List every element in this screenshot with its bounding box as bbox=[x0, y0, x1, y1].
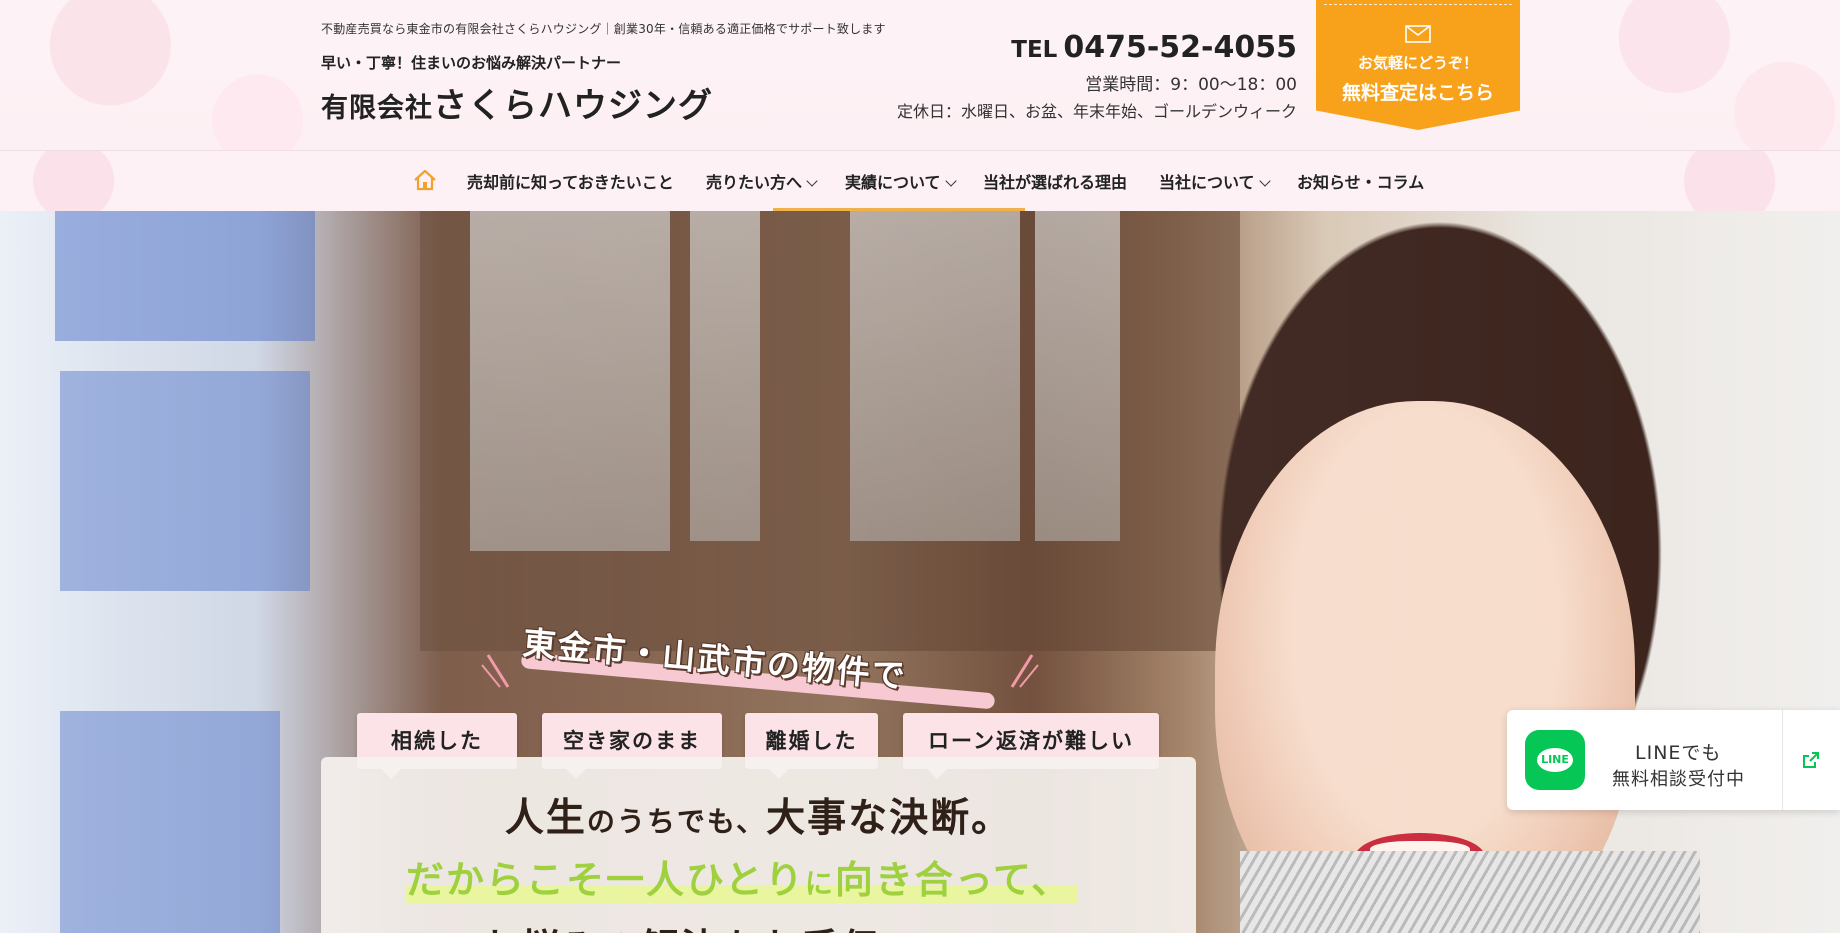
line-text2: 無料相談受付中 bbox=[1612, 769, 1745, 790]
chevron-down-icon bbox=[806, 175, 818, 187]
chevron-down-icon bbox=[1258, 175, 1271, 187]
nav-label: 売りたい方へ bbox=[706, 173, 803, 192]
line-text1: LINEでも bbox=[1635, 742, 1722, 764]
line2-part: だからこそ一人ひとり bbox=[406, 858, 805, 902]
tel-value: 0475-52-4055 bbox=[1063, 30, 1297, 65]
header-tagline: 不動産売買なら東金市の有限会社さくらハウジング｜創業30年・信頼ある適正価格でサ… bbox=[321, 22, 886, 36]
line1-part: のうちでも、 bbox=[586, 805, 767, 838]
nav-item-reasons[interactable]: 当社が選ばれる理由 bbox=[983, 169, 1127, 193]
line-consult-button[interactable]: LINE LINEでも 無料相談受付中 bbox=[1507, 710, 1840, 810]
line1-part: 大事な決断。 bbox=[766, 796, 1013, 841]
nav-item-about-us[interactable]: 当社について bbox=[1159, 169, 1271, 193]
external-link-icon bbox=[1803, 752, 1819, 768]
global-nav: 売却前に知っておきたいこと 売りたい方へ 実績について 当社が選ばれる理由 当社… bbox=[0, 150, 1840, 212]
chevron-down-icon bbox=[944, 175, 957, 187]
closed-days: 定休日：水曜日、お盆、年末年始、ゴールデンウィーク bbox=[896, 102, 1297, 121]
nav-item-achievements[interactable]: 実績について bbox=[845, 169, 957, 193]
cta-dashed-line bbox=[1324, 4, 1512, 5]
phone-number[interactable]: TEL 0475-52-4055 bbox=[1011, 30, 1297, 65]
header-subtitle: 早い・丁寧！住まいのお悩み解決パートナー bbox=[321, 54, 622, 72]
nav-label: 当社が選ばれる理由 bbox=[983, 173, 1128, 192]
hero-message-line3: お悩みの解決をお手伝い bbox=[481, 917, 921, 933]
company-name: さくらハウジング bbox=[433, 86, 713, 126]
sparkle-mark-left bbox=[481, 654, 510, 688]
nav-item-before-selling[interactable]: 売却前に知っておきたいこと bbox=[467, 169, 674, 193]
cta-line2: 無料査定はこちら bbox=[1341, 82, 1494, 104]
free-appraisal-button[interactable]: お気軽にどうぞ！ 無料査定はこちら bbox=[1316, 0, 1520, 130]
nav-label: 当社について bbox=[1159, 173, 1255, 192]
line2-part: に bbox=[804, 867, 835, 900]
tel-label: TEL bbox=[1011, 37, 1058, 63]
hero-message-card: 人生のうちでも、大事な決断。 だからこそ一人ひとりに向き合って、 お悩みの解決を… bbox=[321, 757, 1196, 933]
line-logo-text: LINE bbox=[1537, 748, 1573, 772]
sparkle-mark-right bbox=[1010, 654, 1039, 688]
site-header: 不動産売買なら東金市の有限会社さくらハウジング｜創業30年・信頼ある適正価格でサ… bbox=[0, 0, 1840, 150]
nav-label: 実績について bbox=[845, 173, 941, 192]
business-hours: 営業時間：9：00〜18：00 bbox=[1085, 75, 1297, 95]
company-logo[interactable]: 有限会社さくらハウジング bbox=[321, 78, 713, 127]
company-prefix: 有限会社 bbox=[321, 93, 433, 124]
cta-line1: お気軽にどうぞ！ bbox=[1357, 54, 1478, 72]
line-divider bbox=[1782, 710, 1783, 810]
line2-part: 向き合って、 bbox=[834, 858, 1072, 902]
nav-item-news[interactable]: お知らせ・コラム bbox=[1297, 169, 1424, 193]
hero-message-line1: 人生のうちでも、大事な決断。 bbox=[321, 787, 1196, 843]
home-icon[interactable] bbox=[413, 169, 437, 191]
line-logo-icon: LINE bbox=[1525, 730, 1585, 790]
hero-message-line2: だからこそ一人ひとりに向き合って、 bbox=[406, 849, 1071, 904]
nav-item-for-sellers[interactable]: 売りたい方へ bbox=[706, 169, 818, 193]
hero-section: 東金市・山武市の物件で 相続した 空き家のまま 離婚した ローン返済が難しい 人… bbox=[0, 211, 1840, 933]
line1-part: 人生 bbox=[504, 796, 587, 841]
nav-label: お知らせ・コラム bbox=[1297, 173, 1425, 192]
nav-label: 売却前に知っておきたいこと bbox=[467, 173, 674, 192]
mail-icon bbox=[1405, 25, 1431, 43]
